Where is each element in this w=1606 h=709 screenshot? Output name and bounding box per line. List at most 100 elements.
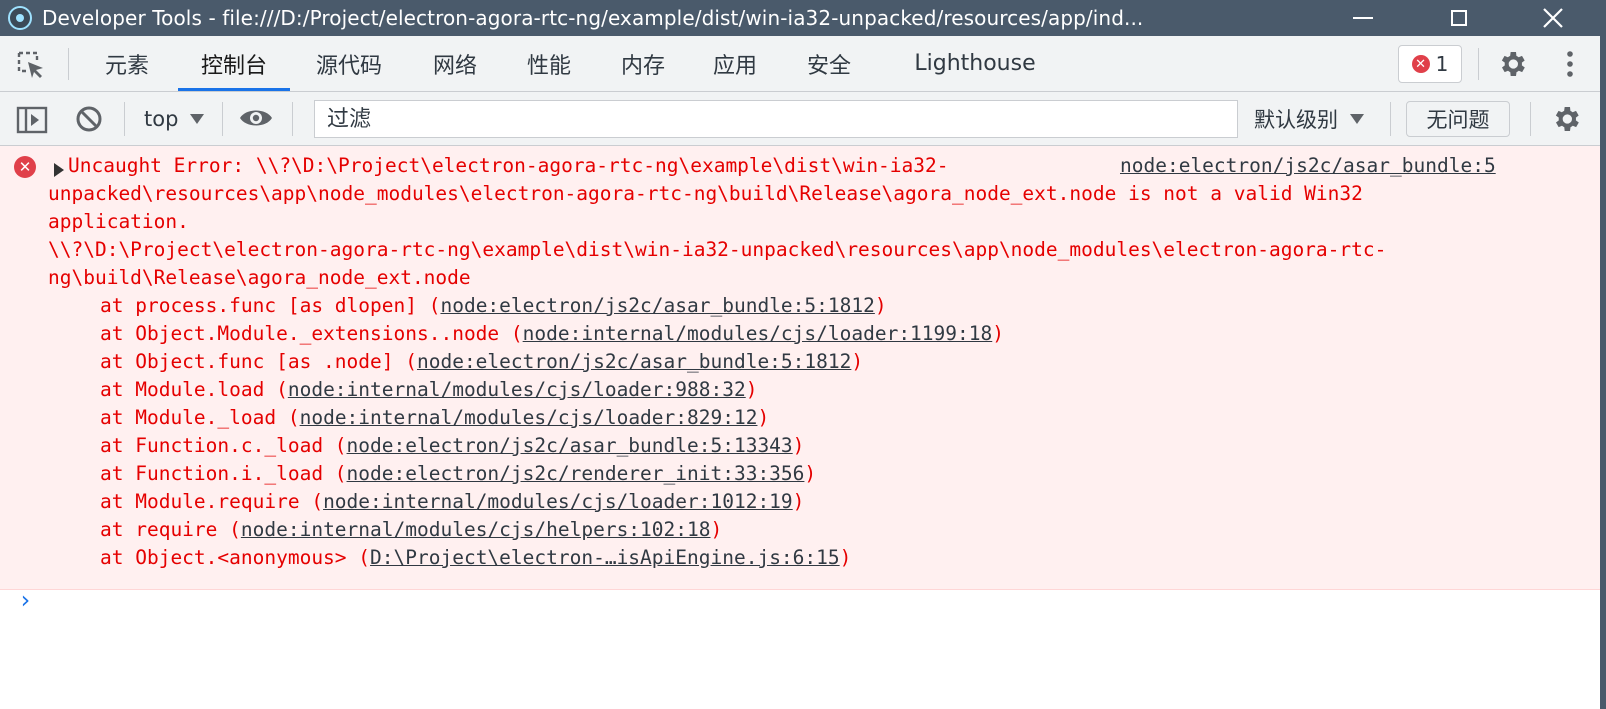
tab-elements[interactable]: 元素 — [92, 36, 162, 91]
window-title: Developer Tools - file:///D:/Project/ele… — [42, 6, 1144, 30]
stack-frame-link[interactable]: node:electron/js2c/asar_bundle:5:1812 — [440, 294, 874, 317]
console-toolbar: top 默认级别 无问题 — [0, 92, 1606, 146]
stack-frame-link[interactable]: node:internal/modules/cjs/loader:829:12 — [300, 406, 758, 429]
stack-frame: at Object.func [as .node] (node:electron… — [100, 348, 863, 376]
tab-memory[interactable]: 内存 — [608, 36, 678, 91]
error-message: ✕ Uncaught Error: \\?\D:\Project\electro… — [0, 146, 1606, 590]
tab-lighthouse[interactable]: Lighthouse — [900, 36, 1050, 91]
context-value: top — [144, 107, 179, 131]
maximize-button[interactable] — [1436, 0, 1482, 36]
divider — [1478, 48, 1479, 80]
divider — [1390, 102, 1391, 136]
close-button[interactable] — [1530, 0, 1576, 36]
settings-gear-icon[interactable] — [1496, 48, 1528, 80]
stack-frame: at process.func [as dlopen] (node:electr… — [100, 292, 887, 320]
stack-frame-link[interactable]: D:\Project\electron-…isApiEngine.js:6:15 — [370, 546, 840, 569]
stack-frame-close-paren: ) — [792, 490, 805, 513]
stack-frame-function: at Module._load ( — [100, 406, 300, 429]
devtools-tab-bar: 元素 控制台 源代码 网络 性能 内存 应用 安全 Lighthouse ✕ 1 — [0, 36, 1606, 92]
filter-input[interactable] — [325, 105, 1237, 133]
console-prompt-icon[interactable]: › — [18, 586, 32, 614]
clear-console-icon[interactable] — [74, 104, 104, 134]
stack-frame-function: at require ( — [100, 518, 241, 541]
stack-frame-function: at Function.c._load ( — [100, 434, 347, 457]
console-settings-gear-icon[interactable] — [1550, 103, 1582, 135]
stack-frame-function: at Object.Module._extensions..node ( — [100, 322, 523, 345]
stack-frame-link[interactable]: node:electron/js2c/asar_bundle:5:1812 — [417, 350, 851, 373]
log-level-value: 默认级别 — [1254, 108, 1338, 132]
divider — [68, 48, 69, 80]
sidebar-toggle-icon[interactable] — [16, 106, 48, 134]
log-level-selector[interactable]: 默认级别 — [1254, 102, 1364, 136]
stack-frame-function: at Object.func [as .node] ( — [100, 350, 417, 373]
stack-frame-close-paren: ) — [804, 462, 817, 485]
stack-frame-close-paren: ) — [710, 518, 723, 541]
stack-frame: at Module.require (node:internal/modules… — [100, 488, 804, 516]
tab-security[interactable]: 安全 — [794, 36, 864, 91]
stack-frame-close-paren: ) — [757, 406, 770, 429]
tab-performance[interactable]: 性能 — [514, 36, 584, 91]
stack-frame-link[interactable]: node:internal/modules/cjs/loader:988:32 — [288, 378, 746, 401]
stack-frame-close-paren: ) — [745, 378, 758, 401]
minimize-button[interactable] — [1340, 0, 1386, 36]
tab-network[interactable]: 网络 — [420, 36, 490, 91]
stack-frame-link[interactable]: node:electron/js2c/renderer_init:33:356 — [347, 462, 805, 485]
window-border — [1600, 36, 1606, 709]
electron-app-icon — [8, 6, 32, 30]
divider — [222, 102, 223, 136]
console-output: ✕ Uncaught Error: \\?\D:\Project\electro… — [0, 146, 1606, 709]
error-icon: ✕ — [14, 156, 36, 178]
error-source-link[interactable]: node:electron/js2c/asar_bundle:5 — [1120, 152, 1496, 180]
stack-frame: at Object.Module._extensions..node (node… — [100, 320, 1004, 348]
stack-frame-function: at Module.require ( — [100, 490, 324, 513]
inspect-element-button[interactable] — [16, 50, 46, 80]
error-line: \\?\D:\Project\electron-agora-rtc-ng\exa… — [48, 238, 1387, 261]
stack-frame: at Module.load (node:internal/modules/cj… — [100, 376, 757, 404]
dropdown-caret-icon — [190, 114, 205, 124]
error-line: Uncaught Error: \\?\D:\Project\electron-… — [68, 154, 949, 177]
stack-frame-close-paren: ) — [792, 434, 805, 457]
stack-frame-close-paren: ) — [839, 546, 852, 569]
error-count: 1 — [1435, 52, 1449, 76]
stack-frame-function: at Module.load ( — [100, 378, 288, 401]
issues-button[interactable]: 无问题 — [1406, 101, 1510, 137]
stack-frame: at Object.<anonymous> (D:\Project\electr… — [100, 544, 851, 572]
stack-frame-link[interactable]: node:internal/modules/cjs/helpers:102:18 — [241, 518, 711, 541]
stack-frame: at Module._load (node:internal/modules/c… — [100, 404, 769, 432]
tab-sources[interactable]: 源代码 — [304, 36, 394, 91]
close-icon — [1543, 8, 1563, 28]
divider — [1530, 102, 1531, 136]
live-expression-eye-icon[interactable] — [238, 106, 274, 130]
error-line: application. — [48, 210, 189, 233]
divider — [124, 102, 125, 136]
error-count-badge[interactable]: ✕ 1 — [1398, 45, 1462, 83]
inspect-cursor-icon — [17, 51, 43, 78]
error-line: ng\build\Release\agora_node_ext.node — [48, 266, 471, 289]
stack-frame-close-paren: ) — [992, 322, 1004, 345]
stack-frame-function: at Function.i._load ( — [100, 462, 347, 485]
stack-frame-function: at Object.<anonymous> ( — [100, 546, 371, 569]
stack-frame-close-paren: ) — [874, 294, 887, 317]
filter-input-box[interactable] — [314, 100, 1238, 138]
divider — [292, 102, 293, 136]
stack-frame-link[interactable]: node:electron/js2c/asar_bundle:5:13343 — [347, 434, 793, 457]
context-selector[interactable]: top — [144, 102, 205, 136]
error-line: unpacked\resources\app\node_modules\elec… — [48, 182, 1363, 205]
stack-frame-link[interactable]: node:internal/modules/cjs/loader:1199:18 — [523, 322, 993, 345]
error-icon: ✕ — [1411, 55, 1430, 73]
stack-frame-link[interactable]: node:internal/modules/cjs/loader:1012:19 — [323, 490, 793, 513]
stack-frame-function: at process.func [as dlopen] ( — [100, 294, 441, 317]
stack-frame: at Function.c._load (node:electron/js2c/… — [100, 432, 804, 460]
error-source-link-text[interactable]: node:electron/js2c/asar_bundle:5 — [1120, 154, 1496, 177]
tab-application[interactable]: 应用 — [700, 36, 770, 91]
stack-frame: at require (node:internal/modules/cjs/he… — [100, 516, 722, 544]
tab-console[interactable]: 控制台 — [178, 36, 290, 91]
more-options-icon[interactable] — [1566, 50, 1574, 78]
expand-triangle-icon[interactable] — [54, 163, 64, 177]
title-bar: Developer Tools - file:///D:/Project/ele… — [0, 0, 1606, 36]
dropdown-caret-icon — [1350, 114, 1364, 124]
stack-frame: at Function.i._load (node:electron/js2c/… — [100, 460, 816, 488]
minimize-icon — [1353, 17, 1373, 19]
stack-frame-close-paren: ) — [851, 350, 864, 373]
maximize-icon — [1451, 10, 1467, 26]
